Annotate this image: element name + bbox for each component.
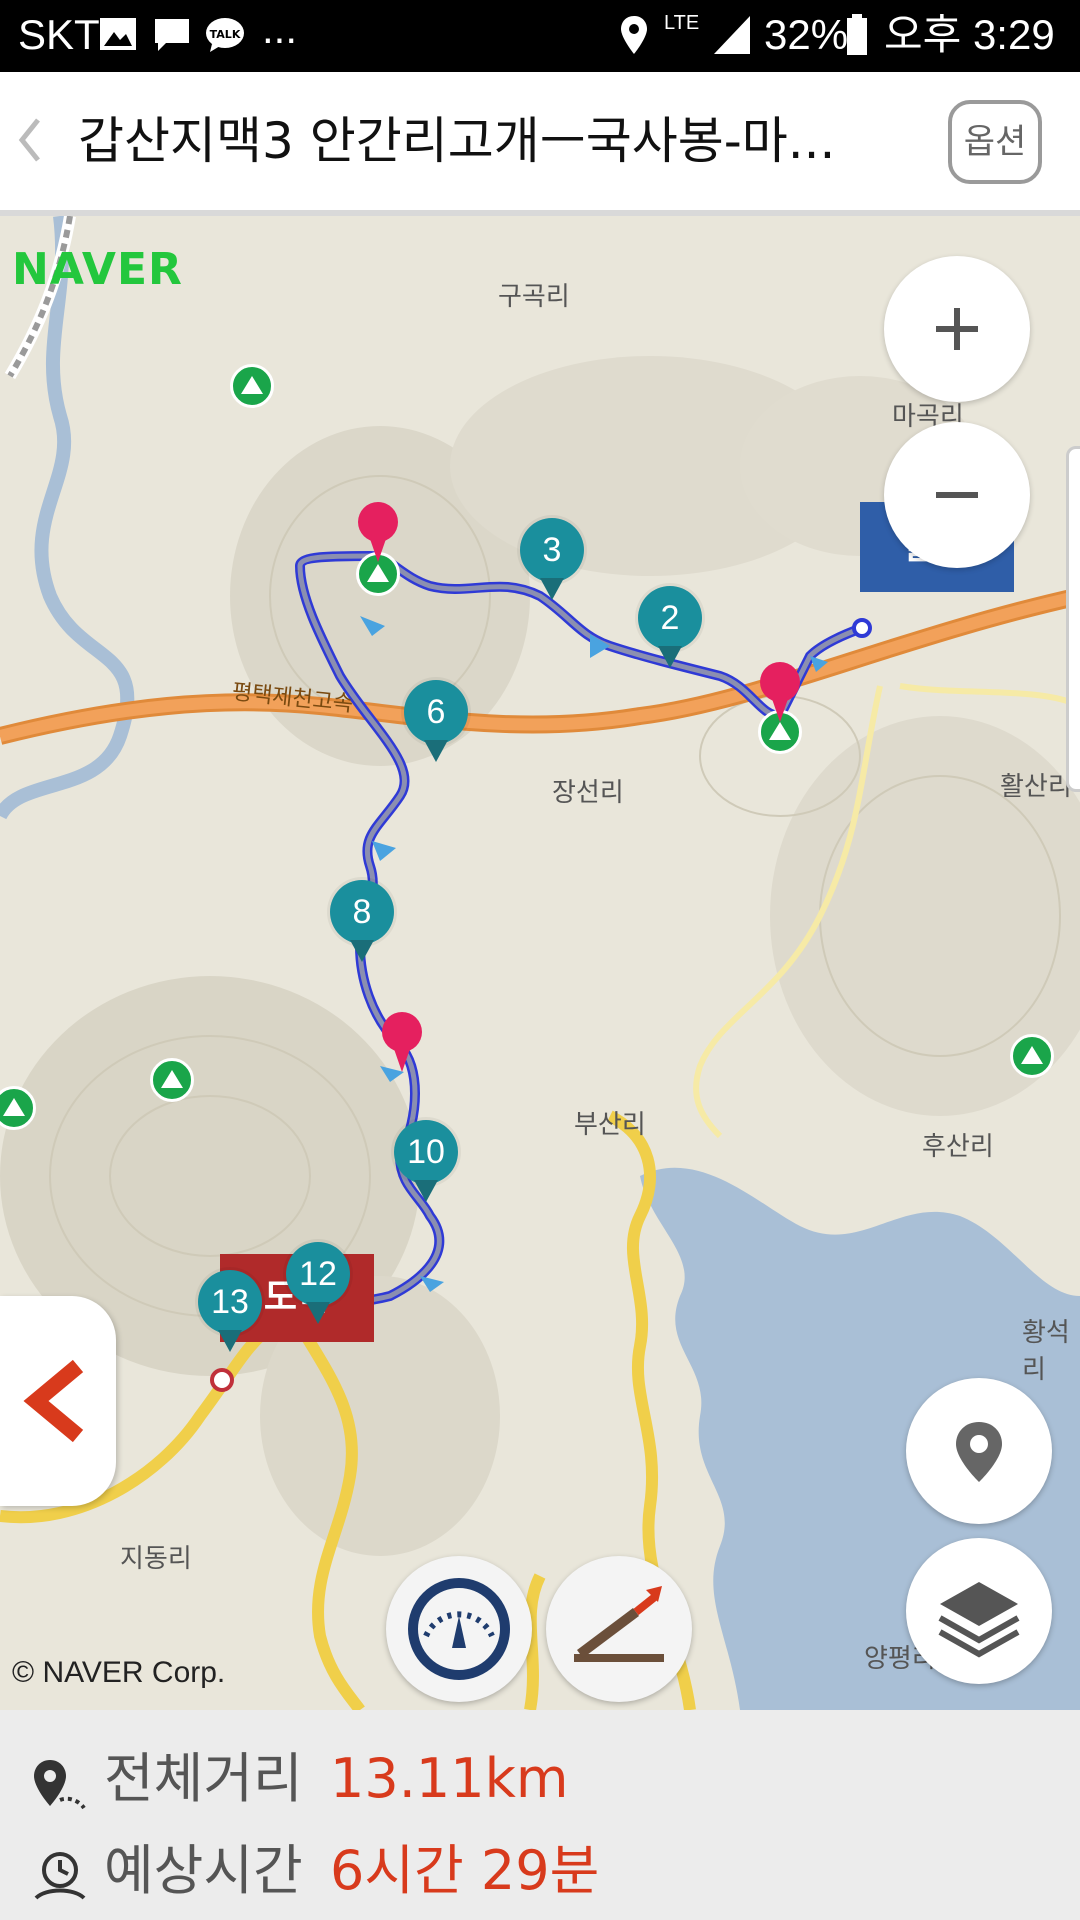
battery-percent: 32% — [764, 11, 849, 58]
waypoint-marker[interactable]: 3 — [520, 518, 584, 582]
zoom-in-button[interactable] — [884, 256, 1030, 402]
place-label: 부산리 — [574, 1110, 646, 1140]
distance-row: 전체거리 13.11km — [0, 1734, 1080, 1824]
option-button[interactable]: 옵션 — [948, 100, 1042, 184]
layers-icon — [938, 1582, 1020, 1658]
my-location-button[interactable] — [906, 1378, 1052, 1524]
route-summary-panel: 전체거리 13.11km 예상시간 6시간 29분 — [0, 1710, 1080, 1920]
location-pin-icon — [956, 1422, 1002, 1482]
waypoint-tail — [350, 940, 374, 962]
waypoint-marker[interactable]: 8 — [330, 880, 394, 944]
waypoint-marker[interactable]: 2 — [638, 586, 702, 650]
distance-label: 전체거리 — [104, 1747, 303, 1810]
waypoint-tail — [424, 740, 448, 762]
distance-value: 13.11km — [330, 1747, 569, 1810]
waypoint-tail — [306, 1302, 330, 1324]
time-value: 6시간 29분 — [330, 1839, 600, 1902]
waypoint-tail — [218, 1330, 242, 1352]
location-icon — [621, 16, 647, 54]
status-bar: SKT TALK ... LTE 32% 오후 3:29 — [0, 0, 1080, 72]
waypoint-marker[interactable]: 6 — [404, 680, 468, 744]
zoom-out-button[interactable] — [884, 422, 1030, 568]
clock: 오후 3:29 — [884, 11, 1055, 58]
map-copyright: © NAVER Corp. — [12, 1656, 226, 1689]
pin-tail — [771, 696, 789, 722]
minus-icon — [936, 492, 978, 498]
kakaotalk-notification-icon: TALK — [206, 18, 244, 52]
mountain-icon[interactable] — [1010, 1034, 1054, 1078]
waypoint-marker[interactable]: 13 — [198, 1270, 262, 1334]
svg-text:TALK: TALK — [210, 28, 241, 41]
time-row: 예상시간 6시간 29분 — [0, 1826, 1080, 1916]
gallery-notification-icon — [100, 18, 136, 50]
place-label: 후산리 — [922, 1132, 994, 1162]
time-label: 예상시간 — [104, 1839, 303, 1902]
map-side-handle[interactable] — [1066, 446, 1080, 792]
pin-tail — [393, 1046, 411, 1072]
arrow-left-icon — [23, 1359, 84, 1443]
title-bar: 갑산지맥3 안간리고개ㅡ국사봉-마... 옵션 — [0, 72, 1080, 216]
map-view[interactable]: NAVER 구곡리 마곡리 장선리 활산리 부산리 후산리 황석리 지동리 양평… — [0, 216, 1080, 1710]
more-notifications: ... — [262, 5, 298, 52]
speedometer-icon — [408, 1578, 510, 1680]
waypoint-marker[interactable]: 10 — [394, 1120, 458, 1184]
back-chevron-icon[interactable] — [10, 110, 50, 170]
speedometer-button[interactable] — [386, 1556, 532, 1702]
mountain-icon[interactable] — [150, 1058, 194, 1102]
signal-icon — [714, 16, 750, 54]
place-label: 구곡리 — [498, 282, 570, 312]
map-layers-button[interactable] — [906, 1538, 1052, 1684]
distance-pin-icon — [34, 1760, 86, 1810]
collapse-panel-button[interactable] — [0, 1296, 116, 1506]
place-label: 황석리 — [1022, 1318, 1070, 1385]
elevation-button[interactable] — [546, 1556, 692, 1702]
battery-icon — [847, 14, 867, 55]
page-title: 갑산지맥3 안간리고개ㅡ국사봉-마... — [78, 112, 836, 170]
pin-tail — [369, 536, 387, 562]
naver-logo: NAVER — [12, 244, 183, 295]
message-notification-icon — [155, 19, 189, 51]
waypoint-tail — [540, 578, 564, 600]
place-label: 지동리 — [120, 1544, 192, 1574]
mountain-icon[interactable] — [230, 364, 274, 408]
time-clock-icon — [34, 1852, 86, 1900]
plus-icon — [936, 308, 978, 350]
place-label: 활산리 — [1000, 772, 1072, 802]
network-type: LTE — [664, 12, 700, 34]
elevation-icon — [574, 1586, 664, 1662]
waypoint-marker[interactable]: 12 — [286, 1242, 350, 1306]
carrier-label: SKT — [18, 11, 100, 58]
waypoint-tail — [414, 1180, 438, 1202]
waypoint-tail — [658, 646, 682, 668]
place-label: 장선리 — [552, 778, 624, 808]
